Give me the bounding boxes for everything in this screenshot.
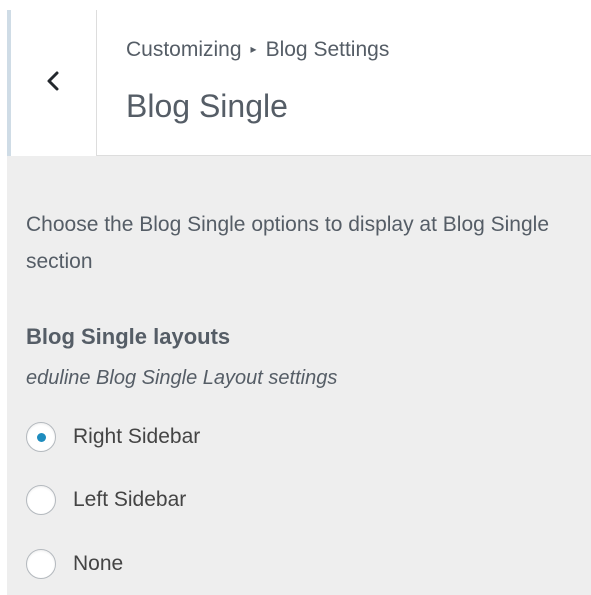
- breadcrumb: Customizing ▸ Blog Settings: [126, 38, 389, 62]
- section-header: Customizing ▸ Blog Settings Blog Single: [7, 10, 591, 156]
- section-description: Choose the Blog Single options to displa…: [26, 213, 550, 273]
- breadcrumb-separator-icon: ▸: [250, 42, 257, 56]
- radio-option-left-sidebar[interactable]: Left Sidebar: [26, 483, 186, 517]
- section-title: Blog Single: [126, 88, 288, 124]
- radio-button[interactable]: [26, 549, 56, 579]
- back-button[interactable]: [7, 10, 97, 156]
- radio-option-right-sidebar[interactable]: Right Sidebar: [26, 420, 200, 454]
- chevron-left-icon: [43, 70, 65, 97]
- radio-button[interactable]: [26, 422, 56, 452]
- breadcrumb-root: Customizing: [126, 38, 242, 61]
- radio-label: Right Sidebar: [73, 425, 201, 448]
- customizer-panel: Customizing ▸ Blog Settings Blog Single Ch…: [7, 10, 591, 595]
- breadcrumb-parent: Blog Settings: [265, 38, 390, 61]
- radio-label: None: [73, 552, 124, 575]
- radio-option-none[interactable]: None: [26, 547, 123, 581]
- control-title: Blog Single layouts: [26, 324, 231, 349]
- control-description: eduline Blog Single Layout settings: [26, 367, 338, 389]
- radio-button[interactable]: [26, 485, 56, 515]
- radio-label: Left Sidebar: [73, 488, 187, 511]
